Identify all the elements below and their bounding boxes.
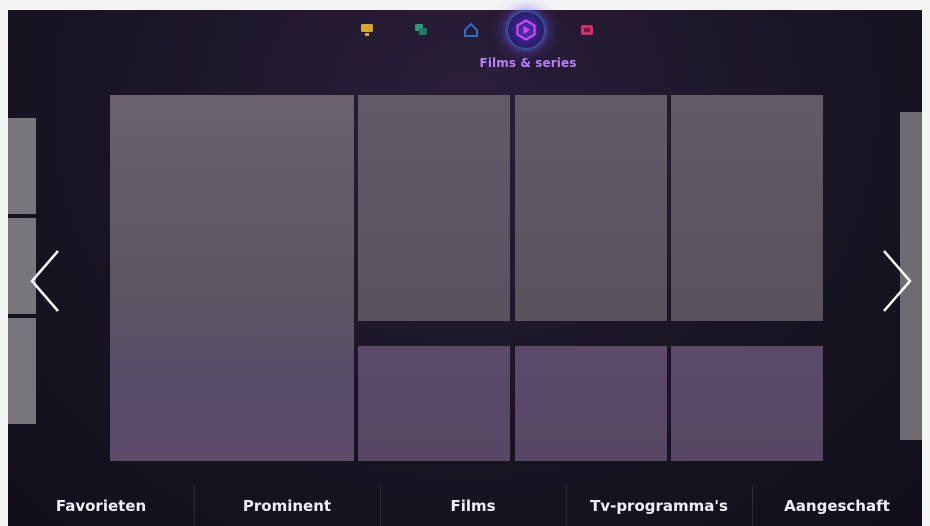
nav-item-tv-programmas[interactable]: Tv-programma's [566, 486, 752, 526]
on-tv-icon[interactable] [356, 19, 378, 41]
hub-bar: Films & series [340, 12, 600, 82]
bottom-navigation: Favorieten Prominent Films Tv-programma'… [8, 486, 922, 526]
nav-item-favorieten[interactable]: Favorieten [8, 486, 194, 526]
content-tile-large[interactable] [110, 95, 354, 461]
left-chevron-icon[interactable] [28, 248, 62, 314]
social-icon[interactable] [410, 19, 432, 41]
content-tile[interactable] [671, 346, 823, 461]
nav-item-label: Tv-programma's [590, 497, 728, 515]
nav-item-label: Films [450, 497, 496, 515]
multimedia-icon[interactable] [576, 19, 598, 41]
films-series-icon[interactable] [508, 12, 544, 48]
nav-item-aangeschaft[interactable]: Aangeschaft [752, 486, 922, 526]
apps-icon[interactable] [460, 19, 482, 41]
content-tile[interactable] [515, 346, 667, 461]
screen-frame-top [0, 0, 930, 10]
content-tile[interactable] [358, 346, 510, 461]
nav-item-prominent[interactable]: Prominent [194, 486, 380, 526]
nav-item-label: Favorieten [55, 497, 147, 515]
screen-frame-right [922, 0, 930, 526]
nav-item-label: Aangeschaft [784, 497, 890, 515]
nav-item-films[interactable]: Films [380, 486, 566, 526]
screen-frame-left [0, 0, 8, 526]
content-tile[interactable] [671, 95, 823, 321]
content-tile[interactable] [358, 95, 510, 321]
content-tile[interactable] [515, 95, 667, 321]
hub-title: Films & series [479, 56, 577, 70]
nav-item-label: Prominent [242, 497, 332, 515]
right-chevron-icon[interactable] [880, 248, 914, 314]
